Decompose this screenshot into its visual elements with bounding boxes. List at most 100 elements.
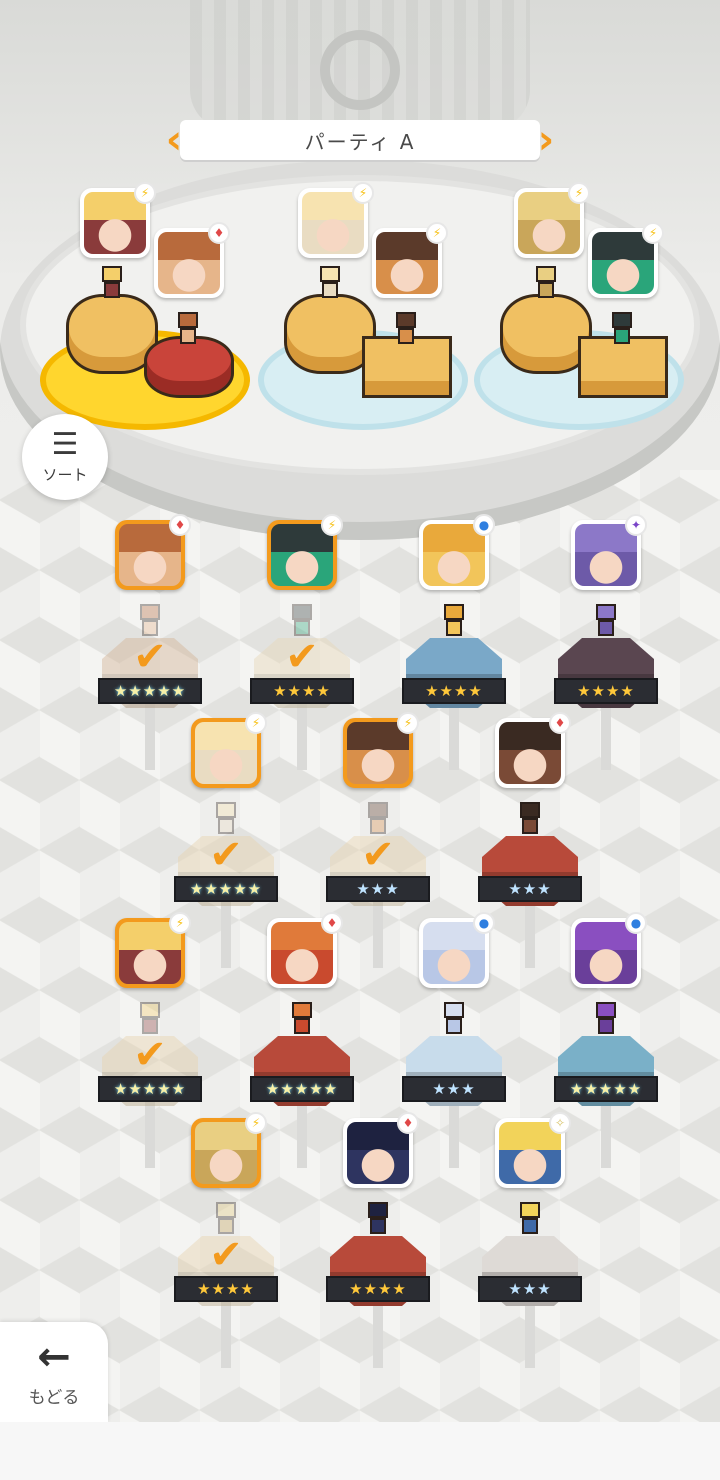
sprite-head bbox=[102, 266, 122, 282]
character-sprite bbox=[608, 312, 636, 346]
selected-check-icon: ✔ bbox=[285, 634, 319, 680]
character-portrait[interactable]: ⚡ bbox=[80, 182, 156, 258]
character-portrait[interactable]: ✦ bbox=[571, 514, 647, 590]
character-sprite bbox=[516, 1202, 544, 1236]
flame-element-icon: ♦ bbox=[208, 222, 230, 244]
pedestal-stem bbox=[373, 1298, 383, 1368]
bolt-element-icon: ⚡ bbox=[321, 514, 343, 536]
sprite-head bbox=[140, 1002, 160, 1018]
character-portrait[interactable]: ● bbox=[571, 912, 647, 988]
sprite-body bbox=[598, 620, 614, 636]
character-portrait[interactable]: ⚡ bbox=[343, 712, 419, 788]
character-sprite bbox=[174, 312, 202, 346]
character-portrait[interactable]: ⚡ bbox=[267, 514, 343, 590]
character-sprite bbox=[364, 1202, 392, 1236]
character-portrait[interactable]: ⚡ bbox=[298, 182, 374, 258]
rarity-stars: ★★★★ bbox=[326, 1276, 430, 1302]
character-sprite bbox=[440, 604, 468, 638]
bolt-element-icon: ⚡ bbox=[134, 182, 156, 204]
portrait-face bbox=[518, 192, 580, 254]
sprite-body bbox=[522, 818, 538, 834]
bottom-bar bbox=[0, 1422, 720, 1480]
pedestal-stem bbox=[373, 898, 383, 968]
sprite-head bbox=[396, 312, 416, 328]
character-portrait[interactable]: ♦ bbox=[267, 912, 343, 988]
next-party-button[interactable]: › bbox=[532, 116, 560, 164]
pedestal-stem bbox=[297, 700, 307, 770]
character-portrait[interactable]: ♦ bbox=[495, 712, 571, 788]
sprite-head bbox=[520, 1202, 540, 1218]
water-element-icon: ● bbox=[625, 912, 647, 934]
portrait-face bbox=[376, 232, 438, 294]
portrait-face bbox=[195, 722, 257, 784]
sprite-head bbox=[320, 266, 340, 282]
sprite-head bbox=[536, 266, 556, 282]
character-portrait[interactable]: ♦ bbox=[343, 1112, 419, 1188]
portrait-face bbox=[271, 922, 333, 984]
bolt-element-icon: ⚡ bbox=[169, 912, 191, 934]
bolt-element-icon: ⚡ bbox=[245, 1112, 267, 1134]
sort-label: ソート bbox=[42, 465, 88, 484]
sprite-head bbox=[216, 1202, 236, 1218]
pedestal-stem bbox=[525, 1298, 535, 1368]
pedestal-stem bbox=[525, 898, 535, 968]
character-portrait[interactable]: ♦ bbox=[115, 514, 191, 590]
sprite-body bbox=[104, 282, 120, 298]
sprite-head bbox=[596, 604, 616, 620]
party-banner: ‹ パーティ A › bbox=[160, 116, 560, 164]
sprite-body bbox=[322, 282, 338, 298]
character-sprite bbox=[592, 1002, 620, 1036]
character-portrait[interactable]: ● bbox=[419, 912, 495, 988]
character-sprite bbox=[98, 266, 126, 300]
character-sprite bbox=[392, 312, 420, 346]
portrait-face bbox=[119, 922, 181, 984]
character-portrait[interactable]: ⚡ bbox=[191, 1112, 267, 1188]
rarity-stars: ★★★★ bbox=[250, 678, 354, 704]
character-portrait[interactable]: ⚡ bbox=[588, 222, 664, 298]
selected-check-icon: ✔ bbox=[133, 1032, 167, 1078]
bolt-element-icon: ⚡ bbox=[245, 712, 267, 734]
pedestal-stem bbox=[449, 1098, 459, 1168]
sort-button[interactable]: ☰ ソート bbox=[22, 414, 108, 500]
flame-element-icon: ♦ bbox=[321, 912, 343, 934]
rarity-stars: ★★★ bbox=[478, 1276, 582, 1302]
sprite-head bbox=[520, 802, 540, 818]
character-portrait[interactable]: ✧ bbox=[495, 1112, 571, 1188]
rarity-stars: ★★★ bbox=[402, 1076, 506, 1102]
portrait-face bbox=[195, 1122, 257, 1184]
character-sprite bbox=[532, 266, 560, 300]
selected-check-icon: ✔ bbox=[209, 832, 243, 878]
character-portrait[interactable]: ⚡ bbox=[191, 712, 267, 788]
character-sprite bbox=[212, 802, 240, 836]
character-portrait[interactable]: ♦ bbox=[154, 222, 230, 298]
pedestal-stem bbox=[449, 700, 459, 770]
portrait-face bbox=[592, 232, 654, 294]
bolt-element-icon: ⚡ bbox=[568, 182, 590, 204]
bolt-element-icon: ⚡ bbox=[352, 182, 374, 204]
party-title: パーティ A bbox=[180, 120, 540, 160]
character-portrait[interactable]: ⚡ bbox=[514, 182, 590, 258]
sprite-body bbox=[614, 328, 630, 344]
character-sprite bbox=[288, 604, 316, 638]
back-button[interactable]: ← もどる bbox=[0, 1322, 108, 1422]
dark-element-icon: ✦ bbox=[625, 514, 647, 536]
character-sprite bbox=[136, 604, 164, 638]
character-sprite bbox=[364, 802, 392, 836]
character-sprite bbox=[288, 1002, 316, 1036]
rarity-stars: ★★★★★ bbox=[554, 1076, 658, 1102]
chevron-right-icon: › bbox=[537, 117, 555, 163]
sprite-head bbox=[444, 1002, 464, 1018]
character-portrait[interactable]: ⚡ bbox=[115, 912, 191, 988]
pedestal-stem bbox=[221, 1298, 231, 1368]
pedestal-stem bbox=[221, 898, 231, 968]
sprite-head bbox=[140, 604, 160, 620]
pedestal-stem bbox=[145, 700, 155, 770]
character-portrait[interactable]: ⚡ bbox=[372, 222, 448, 298]
portrait-face bbox=[347, 722, 409, 784]
light-element-icon: ✧ bbox=[549, 1112, 571, 1134]
sprite-body bbox=[446, 1018, 462, 1034]
portrait-face bbox=[575, 524, 637, 586]
selected-check-icon: ✔ bbox=[133, 634, 167, 680]
sprite-head bbox=[178, 312, 198, 328]
character-portrait[interactable]: ● bbox=[419, 514, 495, 590]
